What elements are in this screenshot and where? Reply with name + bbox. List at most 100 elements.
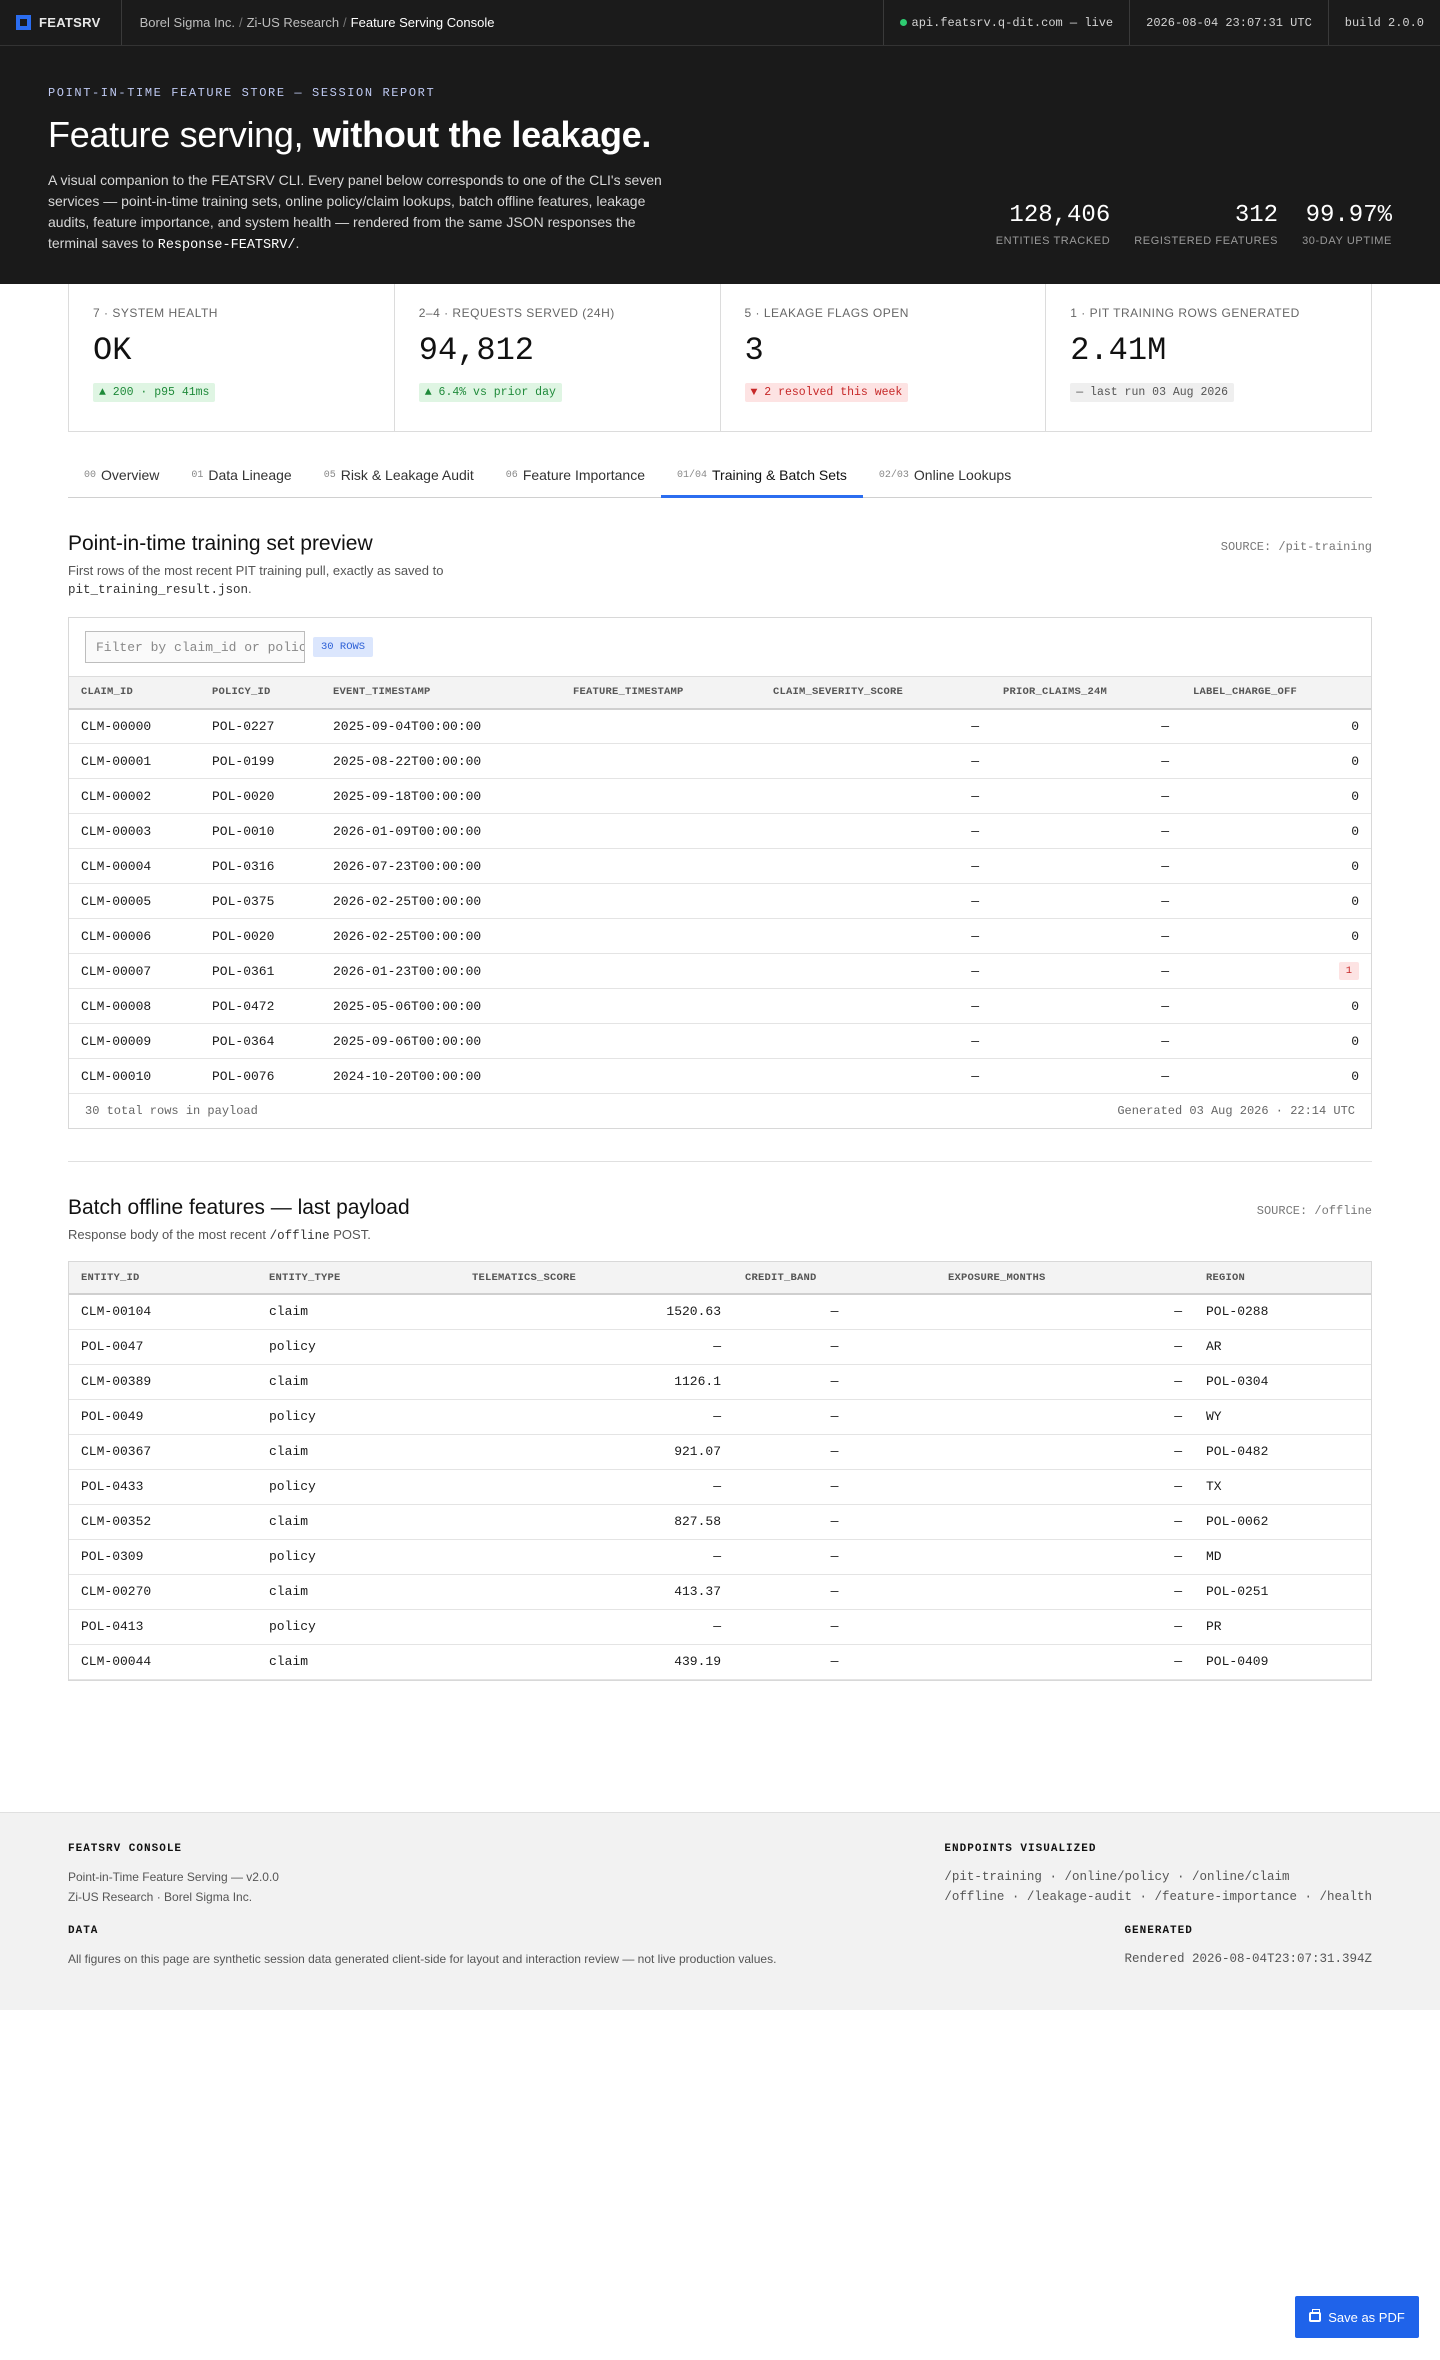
table-cell: — — [991, 743, 1181, 779]
table-row[interactable]: POL-0049 policy — — — WY — [69, 1399, 1371, 1435]
table-cell: 0 — [1181, 813, 1371, 849]
table-cell: — — [991, 708, 1181, 744]
tab-number: 00 — [84, 470, 97, 481]
col-header-exposure-months[interactable]: EXPOSURE_MONTHS — [936, 1262, 1194, 1295]
col-header-claim-severity-score[interactable]: CLAIM_SEVERITY_SCORE — [761, 676, 991, 710]
table-cell: CLM-00002 — [69, 778, 200, 814]
col-header-claim-id[interactable]: CLAIM_ID — [69, 676, 200, 710]
table-cell: MD — [1194, 1539, 1371, 1575]
table-cell: 2025-09-04T00:00:00 — [321, 708, 561, 744]
col-header-entity-id[interactable]: ENTITY_ID — [69, 1262, 257, 1295]
table-cell: CLM-00008 — [69, 988, 200, 1024]
live-status-icon — [899, 19, 907, 26]
kpi-leakage-flags[interactable]: 5 · LEAKAGE FLAGS OPEN 3 ▼ 2 resolved th… — [721, 284, 1047, 431]
col-header-credit-band[interactable]: CREDIT_BAND — [733, 1262, 936, 1295]
breadcrumb-current: Feature Serving Console — [350, 15, 495, 30]
stat-features: 312 REGISTERED FEATURES — [1134, 202, 1278, 247]
table-cell: POL-0409 — [1194, 1644, 1371, 1680]
footer-endpoints-line-2: /offline · /leakage-audit · /feature-imp… — [944, 1890, 1372, 1904]
tab-online-lookups[interactable]: 02/03 Online Lookups — [863, 454, 1027, 498]
col-header-telematics-score[interactable]: TELEMATICS_SCORE — [460, 1262, 733, 1295]
pit-filter-bar: Filter by claim_id or policy_id 30 ROWS — [69, 618, 1371, 676]
table-cell: policy — [257, 1539, 460, 1575]
table-cell: WY — [1194, 1399, 1371, 1435]
table-cell — [561, 848, 761, 884]
table-row[interactable]: POL-0309 policy — — — MD — [69, 1539, 1371, 1575]
table-cell: — — [991, 918, 1181, 954]
table-row[interactable]: CLM-00003 POL-0010 2026-01-09T00:00:00— —0 — [69, 813, 1371, 849]
table-row[interactable]: CLM-00008 POL-0472 2025-05-06T00:00:00— —0 — [69, 988, 1371, 1024]
kpi-system-health[interactable]: 7 · SYSTEM HEALTH OK ▲ 200 · p95 41ms — [69, 284, 395, 431]
tab-training-batch-sets[interactable]: 01/04 Training & Batch Sets — [660, 454, 863, 498]
footer-generated-text: Rendered 2026-08-04T23:07:31.394Z — [1124, 1952, 1372, 1966]
table-cell: — — [761, 848, 991, 884]
table-cell: — — [936, 1434, 1194, 1470]
pit-sub-end: . — [248, 581, 252, 596]
table-row[interactable]: CLM-00104 claim 1520.63— — POL-0288 — [69, 1294, 1371, 1330]
table-row[interactable]: CLM-00000 POL-0227 2025-09-04T00:00:00— —0 — [69, 708, 1371, 744]
table-cell: 1 — [1181, 953, 1371, 989]
tab-label: Feature Importance — [522, 466, 645, 483]
table-cell: POL-0020 — [200, 778, 321, 814]
table-cell: POL-0304 — [1194, 1364, 1371, 1400]
kpi-requests-served[interactable]: 2–4 · REQUESTS SERVED (24H) 94,812 ▲ 6.4… — [395, 284, 721, 431]
col-header-region[interactable]: REGION — [1194, 1262, 1371, 1295]
table-cell: POL-0433 — [69, 1469, 257, 1505]
brand[interactable]: FEATSRV — [0, 0, 122, 45]
col-header-feature-timestamp[interactable]: FEATURE_TIMESTAMP — [561, 676, 761, 710]
tab-risk-leakage-audit[interactable]: 05 Risk & Leakage Audit — [308, 454, 490, 498]
table-cell — [561, 1023, 761, 1059]
table-cell — [561, 778, 761, 814]
build-version: build 2.0.0 — [1327, 0, 1440, 45]
table-cell: 921.07 — [460, 1434, 733, 1470]
table-row[interactable]: POL-0433 policy — — — TX — [69, 1469, 1371, 1505]
kpi-label: 7 · SYSTEM HEALTH — [93, 306, 218, 320]
tab-feature-importance[interactable]: 06 Feature Importance — [490, 454, 661, 498]
table-cell: 2025-09-18T00:00:00 — [321, 778, 561, 814]
table-cell: POL-0309 — [69, 1539, 257, 1575]
table-row[interactable]: CLM-00002 POL-0020 2025-09-18T00:00:00— —0 — [69, 778, 1371, 814]
table-cell: 1126.1 — [460, 1364, 733, 1400]
hero-desc-end: . — [295, 235, 300, 251]
table-cell: — — [733, 1294, 936, 1330]
tab-data-lineage[interactable]: 01 Data Lineage — [175, 454, 307, 498]
breadcrumb-org[interactable]: Borel Sigma Inc. — [140, 15, 235, 30]
pit-filter-input[interactable]: Filter by claim_id or policy_id — [85, 631, 305, 663]
table-cell: POL-0049 — [69, 1399, 257, 1435]
table-row[interactable]: CLM-00270 claim 413.37— — POL-0251 — [69, 1574, 1371, 1610]
col-header-event-timestamp[interactable]: EVENT_TIMESTAMP — [321, 676, 561, 710]
table-row[interactable]: CLM-00007 POL-0361 2026-01-23T00:00:00 — — 1 — [69, 953, 1371, 989]
kpi-delta-badge: ▲ 6.4% vs prior day — [418, 383, 562, 402]
table-row[interactable]: CLM-00001 POL-0199 2025-08-22T00:00:00— —0 — [69, 743, 1371, 779]
stat-value: 128,406 — [1009, 202, 1111, 229]
col-header-entity-type[interactable]: ENTITY_TYPE — [257, 1262, 460, 1295]
col-header-label-charge-off[interactable]: LABEL_CHARGE_OFF — [1181, 676, 1371, 710]
rows-count-badge: 30 ROWS — [313, 637, 374, 657]
table-cell: CLM-00007 — [69, 953, 200, 989]
table-row[interactable]: POL-0047 policy — — — AR — [69, 1329, 1371, 1365]
tab-overview[interactable]: 00 Overview — [68, 454, 175, 498]
table-row[interactable]: CLM-00352 claim 827.58— — POL-0062 — [69, 1504, 1371, 1540]
table-cell: — — [460, 1609, 733, 1645]
table-row[interactable]: POL-0413 policy — — — PR — [69, 1609, 1371, 1645]
table-row[interactable]: CLM-00004 POL-0316 2026-07-23T00:00:00— —0 — [69, 848, 1371, 884]
table-row[interactable]: CLM-00044 claim 439.19— — POL-0409 — [69, 1644, 1371, 1680]
col-header-prior-claims-24m[interactable]: PRIOR_CLAIMS_24M — [991, 676, 1181, 710]
table-cell: POL-0047 — [69, 1329, 257, 1365]
kpi-label: 2–4 · REQUESTS SERVED (24H) — [418, 306, 615, 320]
table-row[interactable]: CLM-00009 POL-0364 2025-09-06T00:00:00— —0 — [69, 1023, 1371, 1059]
table-cell: 0 — [1181, 1058, 1371, 1094]
table-cell: — — [460, 1329, 733, 1365]
breadcrumb-team[interactable]: Zi-US Research — [247, 15, 339, 30]
table-row[interactable]: CLM-00010 POL-0076 2024-10-20T00:00:00— —0 — [69, 1058, 1371, 1094]
kpi-pit-rows[interactable]: 1 · PIT TRAINING ROWS GENERATED 2.41M — … — [1046, 284, 1371, 431]
footer-console-line-2: Zi-US Research · Borel Sigma Inc. — [68, 1890, 253, 1904]
table-row[interactable]: CLM-00005 POL-0375 2026-02-25T00:00:00— —0 — [69, 883, 1371, 919]
col-header-policy-id[interactable]: POLICY_ID — [200, 676, 321, 710]
table-row[interactable]: CLM-00367 claim 921.07— — POL-0482 — [69, 1434, 1371, 1470]
table-row[interactable]: CLM-00006 POL-0020 2026-02-25T00:00:00— —0 — [69, 918, 1371, 954]
save-as-pdf-button[interactable]: Save as PDF — [1295, 2296, 1419, 2338]
api-status: api.featsrv.q-dit.com — live — [882, 0, 1130, 45]
table-row[interactable]: CLM-00389 claim 1126.1— — POL-0304 — [69, 1364, 1371, 1400]
table-cell: — — [936, 1574, 1194, 1610]
